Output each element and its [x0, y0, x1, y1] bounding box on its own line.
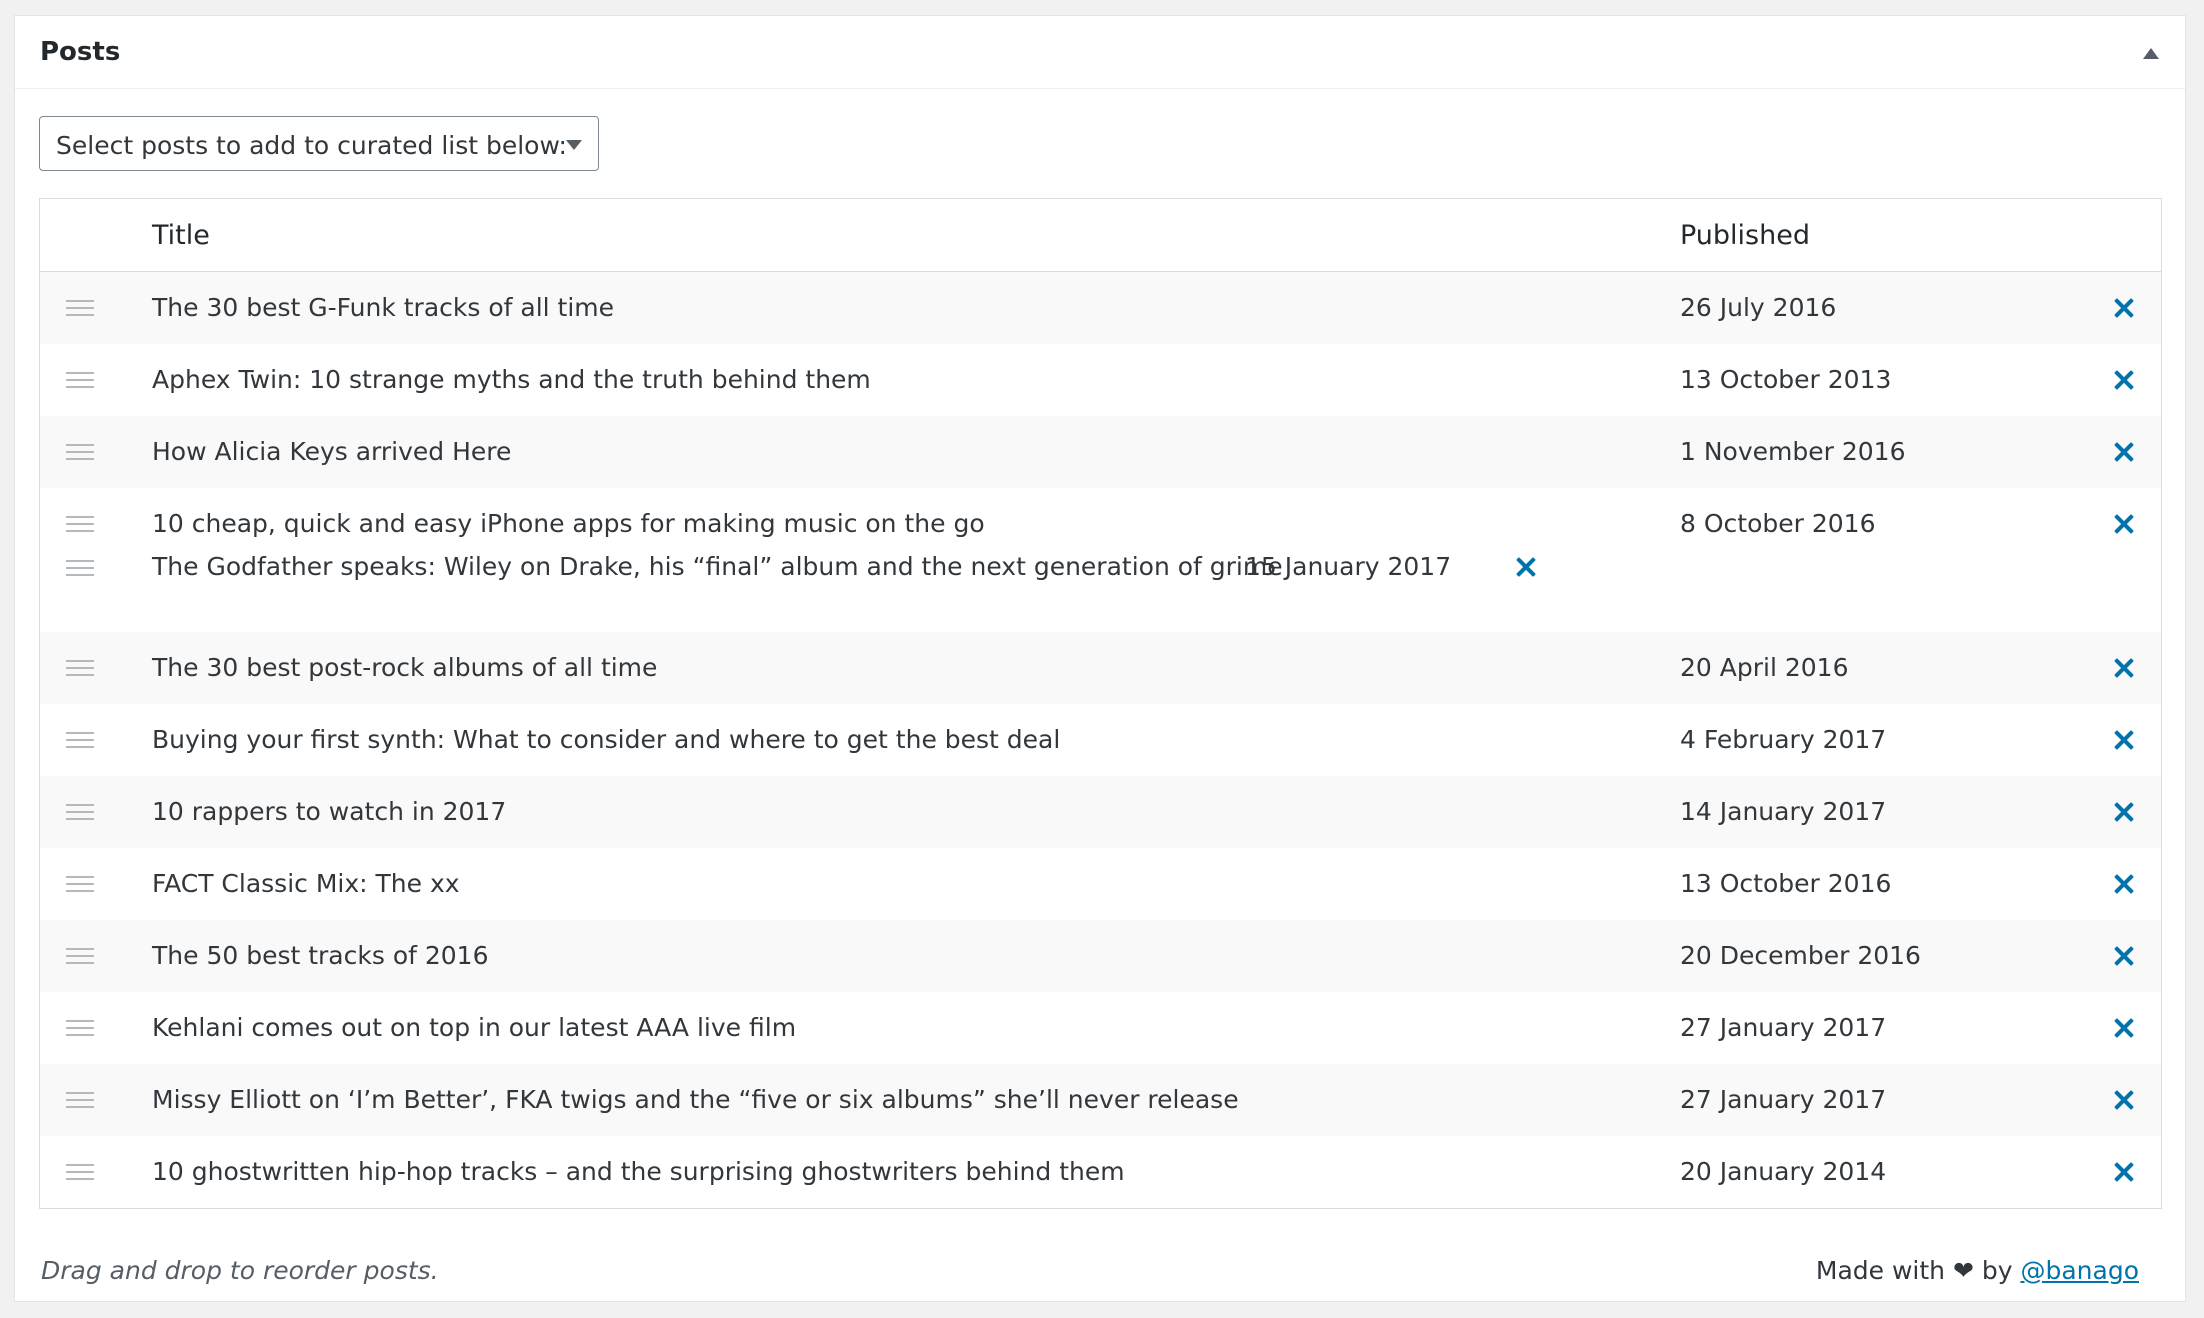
drag-handle-icon[interactable]	[66, 300, 94, 316]
drag-handle-icon[interactable]	[66, 1164, 94, 1180]
collapse-toggle-icon[interactable]	[2143, 48, 2159, 59]
post-title: The 30 best G-Funk tracks of all time	[152, 293, 615, 322]
table-row[interactable]: Missy Elliott on ‘I’m Better’, FKA twigs…	[40, 1064, 2161, 1136]
column-header-published: Published	[1680, 220, 1810, 251]
remove-post-icon[interactable]	[2113, 729, 2135, 751]
drag-handle-icon[interactable]	[66, 1092, 94, 1108]
post-date: 14 January 2017	[1680, 797, 1887, 826]
post-title: 10 rappers to watch in 2017	[152, 797, 507, 826]
post-date: 1 November 2016	[1680, 437, 1906, 466]
posts-metabox: Posts Select posts to add to curated lis…	[14, 15, 2186, 1302]
post-date: 26 July 2016	[1680, 293, 1837, 322]
table-row[interactable]: 10 rappers to watch in 2017 14 January 2…	[40, 776, 2161, 848]
table-row[interactable]: 10 ghostwritten hip-hop tracks – and the…	[40, 1136, 2161, 1208]
post-date: 27 January 2017	[1680, 1013, 1887, 1042]
drag-handle-icon[interactable]	[66, 660, 94, 676]
table-row[interactable]: FACT Classic Mix: The xx 13 October 2016	[40, 848, 2161, 920]
post-title: 10 ghostwritten hip-hop tracks – and the…	[152, 1157, 1125, 1186]
curated-posts-table: Title Published The 30 best G-Funk track…	[39, 198, 2162, 1209]
chevron-down-icon	[566, 140, 582, 150]
table-row[interactable]: Buying your first synth: What to conside…	[40, 704, 2161, 776]
metabox-title: Posts	[40, 37, 121, 67]
drag-handle-icon[interactable]	[66, 948, 94, 964]
drag-handle-icon[interactable]	[66, 876, 94, 892]
table-header: Title Published	[40, 199, 2161, 272]
post-title: How Alicia Keys arrived Here	[152, 437, 512, 466]
drag-handle-icon[interactable]	[66, 560, 94, 576]
table-row[interactable]: 10 cheap, quick and easy iPhone apps for…	[40, 488, 2161, 632]
table-row[interactable]: How Alicia Keys arrived Here 1 November …	[40, 416, 2161, 488]
post-title: Missy Elliott on ‘I’m Better’, FKA twigs…	[152, 1085, 1239, 1114]
drag-handle-icon[interactable]	[66, 1020, 94, 1036]
post-date: 13 October 2013	[1680, 365, 1892, 394]
credit-link[interactable]: @banago	[2020, 1256, 2139, 1285]
drag-handle-icon[interactable]	[66, 516, 94, 532]
post-date: 8 October 2016	[1680, 509, 1876, 538]
remove-post-icon[interactable]	[1515, 556, 1537, 578]
post-title: The 30 best post-rock albums of all time	[152, 653, 658, 682]
post-date: 27 January 2017	[1680, 1085, 1887, 1114]
table-row[interactable]: Aphex Twin: 10 strange myths and the tru…	[40, 344, 2161, 416]
drag-handle-icon[interactable]	[66, 444, 94, 460]
drag-handle-icon[interactable]	[66, 372, 94, 388]
post-title: Kehlani comes out on top in our latest A…	[152, 1013, 797, 1042]
remove-post-icon[interactable]	[2113, 945, 2135, 967]
table-row[interactable]: The 30 best post-rock albums of all time…	[40, 632, 2161, 704]
post-title: Buying your first synth: What to conside…	[152, 725, 1061, 754]
remove-post-icon[interactable]	[2113, 441, 2135, 463]
dragging-row[interactable]: The Godfather speaks: Wiley on Drake, hi…	[40, 552, 2161, 592]
post-select-dropdown[interactable]: Select posts to add to curated list belo…	[39, 116, 599, 171]
post-title: Aphex Twin: 10 strange myths and the tru…	[152, 365, 871, 394]
remove-post-icon[interactable]	[2113, 1161, 2135, 1183]
dragging-post-title: The Godfather speaks: Wiley on Drake, hi…	[152, 552, 1283, 581]
column-header-title: Title	[152, 220, 210, 251]
table-row[interactable]: Kehlani comes out on top in our latest A…	[40, 992, 2161, 1064]
credit-prefix: Made with ❤ by	[1815, 1256, 2013, 1285]
metabox-header: Posts	[15, 16, 2185, 89]
drag-handle-icon[interactable]	[66, 804, 94, 820]
remove-post-icon[interactable]	[2113, 369, 2135, 391]
remove-post-icon[interactable]	[2113, 657, 2135, 679]
drag-handle-icon[interactable]	[66, 732, 94, 748]
remove-post-icon[interactable]	[2113, 1089, 2135, 1111]
post-date: 13 October 2016	[1680, 869, 1892, 898]
remove-post-icon[interactable]	[2113, 873, 2135, 895]
post-date: 4 February 2017	[1680, 725, 1887, 754]
remove-post-icon[interactable]	[2113, 801, 2135, 823]
credit-line: Made with ❤ by @banago	[1816, 1256, 2139, 1285]
post-title: 10 cheap, quick and easy iPhone apps for…	[152, 509, 985, 538]
table-row[interactable]: The 50 best tracks of 2016 20 December 2…	[40, 920, 2161, 992]
remove-post-icon[interactable]	[2113, 513, 2135, 535]
remove-post-icon[interactable]	[2113, 297, 2135, 319]
post-select-placeholder: Select posts to add to curated list belo…	[56, 131, 567, 160]
reorder-hint: Drag and drop to reorder posts.	[41, 1256, 439, 1285]
post-date: 20 December 2016	[1680, 941, 1921, 970]
post-date: 20 January 2014	[1680, 1157, 1887, 1186]
remove-post-icon[interactable]	[2113, 1017, 2135, 1039]
dragging-post-date: 15 January 2017	[1245, 552, 1452, 581]
table-row[interactable]: The 30 best G-Funk tracks of all time 26…	[40, 272, 2161, 344]
post-title: The 50 best tracks of 2016	[152, 941, 489, 970]
post-title: FACT Classic Mix: The xx	[152, 869, 460, 898]
post-date: 20 April 2016	[1680, 653, 1849, 682]
